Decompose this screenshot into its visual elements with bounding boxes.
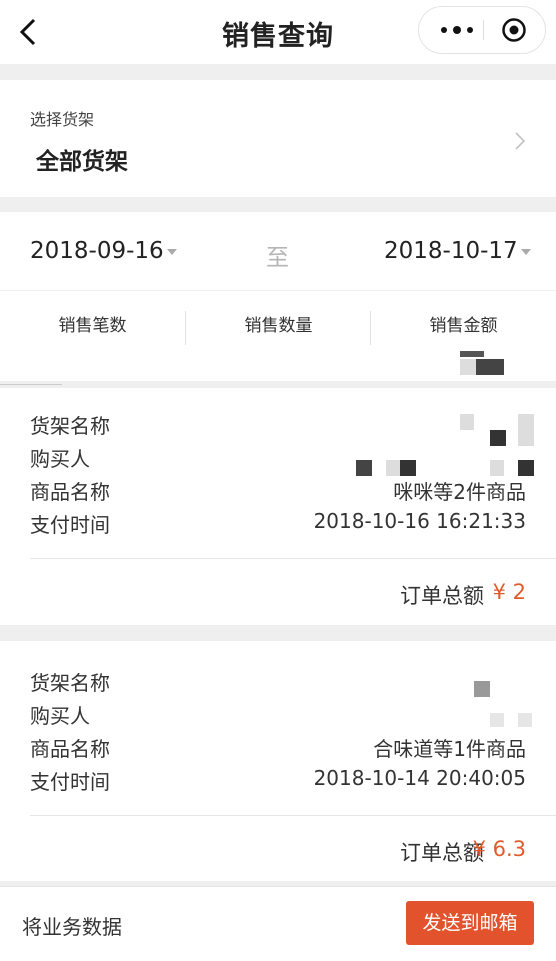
order-total-amount: ¥ 6.3: [472, 837, 526, 861]
date-range-bar: 2018-09-16 至 2018-10-17: [0, 212, 556, 290]
sales-count-label: 销售笔数: [58, 316, 127, 336]
more-dots-icon[interactable]: [431, 7, 483, 53]
capsule-divider: [483, 20, 484, 40]
divider: [0, 384, 62, 385]
buyer-label: 购买人: [30, 704, 90, 728]
sales-summary: 销售笔数 销售数量 销售金额: [0, 291, 556, 381]
product-name-value: 咪咪等2件商品: [393, 480, 526, 504]
divider: [30, 558, 556, 559]
order-total-amount: ¥ 2: [492, 580, 526, 604]
close-target-icon[interactable]: [501, 17, 527, 43]
buyer-label: 购买人: [30, 447, 90, 471]
sales-amount-label: 销售金额: [429, 316, 498, 336]
end-date-value: 2018-10-17: [384, 238, 518, 264]
chevron-right-icon: [515, 132, 526, 150]
shelf-selector-value: 全部货架: [36, 149, 128, 175]
sales-quantity-label: 销售数量: [244, 316, 313, 336]
order-total-label: 订单总额: [400, 841, 484, 865]
payment-time-label: 支付时间: [30, 770, 110, 794]
payment-time-label: 支付时间: [30, 513, 110, 537]
payment-time-value: 2018-10-14 20:40:05: [313, 766, 526, 790]
order-card[interactable]: 货架名称 购买人 商品名称 支付时间 合味道等1件商品 2018-10-14 2…: [0, 641, 556, 881]
product-name-value: 合味道等1件商品: [373, 737, 526, 761]
divider: [30, 815, 556, 816]
shelf-selector-label: 选择货架: [30, 110, 95, 129]
mini-program-capsule: [418, 6, 546, 54]
nav-bar: 销售查询: [0, 0, 556, 64]
dropdown-caret-icon: [166, 248, 177, 255]
start-date-value: 2018-09-16: [30, 238, 164, 264]
shelf-selector[interactable]: 选择货架 全部货架: [0, 80, 556, 197]
send-to-email-button[interactable]: 发送到邮箱: [406, 901, 534, 945]
payment-time-value: 2018-10-16 16:21:33: [313, 509, 526, 533]
dropdown-caret-icon: [520, 248, 531, 255]
product-name-label: 商品名称: [30, 737, 110, 761]
footer-label: 将业务数据: [22, 915, 122, 939]
footer-bar: 将业务数据 发送到邮箱: [0, 886, 556, 961]
shelf-name-label: 货架名称: [30, 414, 110, 438]
product-name-label: 商品名称: [30, 480, 110, 504]
shelf-name-label: 货架名称: [30, 671, 110, 695]
end-date-picker[interactable]: 2018-10-17: [384, 238, 531, 264]
start-date-picker[interactable]: 2018-09-16: [30, 238, 177, 264]
order-card[interactable]: 货架名称 购买人 商品名称 支付时间 咪咪等2件商品 2018-10-16 16…: [0, 384, 556, 625]
date-range-separator: 至: [266, 245, 289, 271]
order-total-label: 订单总额: [400, 584, 484, 608]
